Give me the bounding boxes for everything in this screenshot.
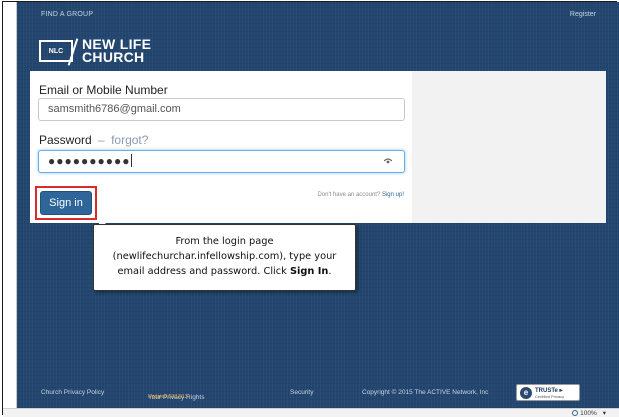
- top-nav: FIND A GROUP Register: [17, 2, 619, 32]
- left-strip: [3, 2, 17, 408]
- instruction-callout: From the login page (newlifechurchar.inf…: [93, 224, 356, 291]
- register-link[interactable]: Register: [570, 11, 596, 18]
- no-account-label: Don't have an account?: [317, 192, 381, 198]
- login-side-panel: [412, 71, 606, 223]
- zoom-dropdown-icon[interactable]: ▾: [603, 410, 606, 417]
- no-account-text: Don't have an account? Sign up!: [317, 192, 404, 198]
- copyright-text: Copyright © 2015 The ACTIVE Network, Inc: [362, 389, 489, 396]
- zoom-icon: [572, 410, 579, 416]
- nlc-badge-text: NLC: [48, 47, 64, 55]
- password-field[interactable]: ●●●●●●●●●●: [38, 150, 405, 173]
- zoom-level: 100%: [580, 410, 597, 417]
- forgot-separator: –: [98, 133, 105, 147]
- email-label: Email or Mobile Number: [39, 83, 168, 97]
- login-card: Email or Mobile Number samsmith6786@gmai…: [30, 71, 412, 223]
- sign-in-button[interactable]: Sign in: [40, 191, 92, 215]
- sign-up-link[interactable]: Sign up!: [382, 192, 404, 198]
- truste-title: TRUSTe ▸: [535, 388, 563, 394]
- footer: Church Privacy Policy Your Privacy Right…: [17, 384, 619, 408]
- email-field[interactable]: samsmith6786@gmail.com: [38, 98, 405, 121]
- browser-frame: FIND A GROUP Register NLC NEW LIFE CHURC…: [2, 1, 619, 417]
- truste-logo-icon: e: [520, 387, 532, 399]
- church-name-line2: CHURCH: [82, 49, 145, 65]
- show-password-icon[interactable]: [384, 158, 392, 164]
- church-logo[interactable]: NLC NEW LIFE CHURCH: [39, 36, 151, 66]
- password-mask: ●●●●●●●●●●: [48, 154, 131, 168]
- updated-date: Updated 12/12/13: [148, 394, 188, 400]
- security-link[interactable]: Security: [290, 389, 313, 396]
- truste-subtitle: Certified Privacy: [535, 394, 565, 399]
- browser-status-bar: 100% ▾: [3, 408, 619, 417]
- callout-line1: From the login page: [175, 236, 274, 247]
- zoom-control[interactable]: 100% ▾: [572, 409, 606, 417]
- callout-line3-pre: email address and password. Click: [117, 266, 290, 277]
- callout-line3-post: .: [328, 266, 332, 277]
- email-value: samsmith6786@gmail.com: [48, 103, 181, 115]
- truste-badge[interactable]: e TRUSTe ▸ Certified Privacy: [516, 384, 580, 401]
- password-label-row: Password – forgot?: [39, 133, 148, 147]
- callout-sign-in-text: Sign In: [289, 266, 329, 277]
- text-caret: [131, 154, 133, 167]
- find-a-group-link[interactable]: FIND A GROUP: [41, 11, 93, 18]
- callout-line2: (newlifechurchar.infellowship.com), type…: [112, 251, 337, 262]
- callout-line3: email address and password. Click Sign I…: [94, 264, 355, 279]
- church-privacy-policy-link[interactable]: Church Privacy Policy: [41, 389, 104, 396]
- church-name: NEW LIFE CHURCH: [82, 37, 151, 65]
- password-label: Password: [39, 133, 92, 147]
- forgot-password-link[interactable]: forgot?: [111, 133, 148, 147]
- nlc-badge: NLC: [39, 40, 73, 62]
- signin-highlight-box: Sign in: [35, 186, 97, 220]
